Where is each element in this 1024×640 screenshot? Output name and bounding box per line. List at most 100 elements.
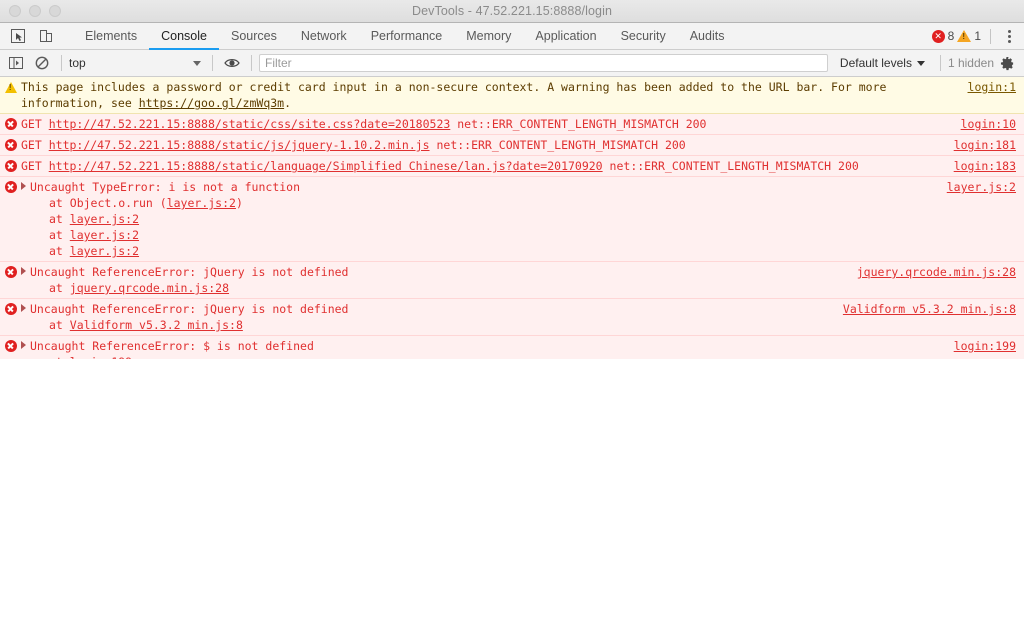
stack-frame: at Validform v5.3.2 min.js:8: [49, 317, 829, 333]
execution-context-selector[interactable]: top: [69, 56, 205, 70]
stack-frame-link[interactable]: login:199: [70, 355, 132, 359]
source-link[interactable]: login:10: [961, 117, 1016, 131]
expand-arrow-icon[interactable]: [21, 304, 26, 312]
message-source-link[interactable]: jquery.qrcode.min.js:28: [851, 264, 1016, 296]
console-message-network-error[interactable]: GET http://47.52.221.15:8888/static/css/…: [0, 114, 1024, 135]
message-source-link[interactable]: login:1: [962, 79, 1016, 111]
warning-link[interactable]: https://goo.gl/zmWq3m: [139, 96, 284, 110]
network-error-status: net::ERR_CONTENT_LENGTH_MISMATCH 200: [609, 159, 859, 173]
error-circle-icon: [0, 179, 21, 259]
stack-frame-prefix: at Object.o.run (: [49, 196, 167, 210]
http-method: GET: [21, 138, 42, 152]
tab-console[interactable]: Console: [149, 23, 219, 50]
kebab-menu-icon[interactable]: [1000, 26, 1018, 46]
filterbar-divider-3: [251, 55, 252, 71]
tab-elements[interactable]: Elements: [73, 23, 149, 49]
message-source-link[interactable]: layer.js:2: [941, 179, 1016, 259]
console-message-text: This page includes a password or credit …: [21, 79, 962, 111]
tab-application[interactable]: Application: [523, 23, 608, 49]
message-source-link[interactable]: login:181: [948, 137, 1016, 153]
stack-frame-suffix: ): [235, 196, 243, 210]
message-source-link[interactable]: login:199: [948, 338, 1016, 359]
message-source-link[interactable]: Validform v5.3.2 min.js:8: [837, 301, 1016, 333]
message-source-link[interactable]: login:10: [955, 116, 1016, 132]
stack-frame-link[interactable]: layer.js:2: [70, 212, 139, 226]
gear-icon[interactable]: [996, 52, 1018, 74]
tab-memory[interactable]: Memory: [454, 23, 523, 49]
error-circle-icon: [0, 301, 21, 333]
tab-sources[interactable]: Sources: [219, 23, 289, 49]
error-count-badge[interactable]: ✕ 8: [931, 29, 955, 43]
tab-security[interactable]: Security: [609, 23, 678, 49]
warning-count-label: 1: [974, 29, 981, 43]
stack-frame-prefix: at: [49, 244, 70, 258]
titlebar: DevTools - 47.52.221.15:8888/login: [0, 0, 1024, 23]
console-message-text: GET http://47.52.221.15:8888/static/js/j…: [21, 137, 948, 153]
tabbar-tool-icons: [0, 23, 73, 49]
stack-frame-link[interactable]: layer.js:2: [70, 228, 139, 242]
stack-frame-link[interactable]: jquery.qrcode.min.js:28: [70, 281, 229, 295]
execution-context-value: top: [69, 56, 86, 70]
hidden-messages-label: 1 hidden: [947, 56, 994, 70]
console-message-network-error[interactable]: GET http://47.52.221.15:8888/static/lang…: [0, 156, 1024, 177]
expand-arrow-icon[interactable]: [21, 267, 26, 275]
console-message-network-error[interactable]: GET http://47.52.221.15:8888/static/js/j…: [0, 135, 1024, 156]
source-link[interactable]: layer.js:2: [947, 180, 1016, 194]
device-toolbar-icon[interactable]: [34, 24, 58, 48]
log-level-selector[interactable]: Default levels: [830, 56, 933, 70]
console-sidebar-icon[interactable]: [4, 52, 28, 74]
tab-label: Performance: [370, 29, 443, 43]
expand-arrow-icon[interactable]: [21, 182, 26, 190]
clear-console-icon[interactable]: [30, 52, 54, 74]
request-url[interactable]: http://47.52.221.15:8888/static/js/jquer…: [49, 138, 430, 152]
stack-frame: at Object.o.run (layer.js:2): [49, 195, 933, 211]
network-error-status: net::ERR_CONTENT_LENGTH_MISMATCH 200: [457, 117, 707, 131]
source-link[interactable]: login:181: [954, 138, 1016, 152]
exception-message: Uncaught ReferenceError: $ is not define…: [30, 339, 314, 353]
console-message-exception[interactable]: Uncaught ReferenceError: jQuery is not d…: [0, 299, 1024, 336]
http-method: GET: [21, 159, 42, 173]
console-message-exception[interactable]: Uncaught ReferenceError: jQuery is not d…: [0, 262, 1024, 299]
source-link[interactable]: login:199: [954, 339, 1016, 353]
console-message-warning[interactable]: This page includes a password or credit …: [0, 77, 1024, 114]
source-link[interactable]: Validform v5.3.2 min.js:8: [843, 302, 1016, 316]
exception-message: Uncaught ReferenceError: jQuery is not d…: [30, 302, 349, 316]
devtools-tabbar: Elements Console Sources Network Perform…: [0, 23, 1024, 50]
tab-network[interactable]: Network: [289, 23, 359, 49]
warning-count-badge[interactable]: 1: [957, 29, 981, 43]
source-link[interactable]: login:183: [954, 159, 1016, 173]
exception-message: Uncaught ReferenceError: jQuery is not d…: [30, 265, 349, 279]
zoom-button[interactable]: [49, 5, 61, 17]
filter-input[interactable]: [259, 54, 828, 72]
live-expression-eye-icon[interactable]: [220, 52, 244, 74]
inspect-element-icon[interactable]: [6, 24, 30, 48]
expand-arrow-icon[interactable]: [21, 341, 26, 349]
stack-frame-link[interactable]: Validform v5.3.2 min.js:8: [70, 318, 243, 332]
filterbar-divider-2: [212, 55, 213, 71]
console-message-exception[interactable]: Uncaught TypeError: i is not a function …: [0, 177, 1024, 262]
console-message-text: Uncaught TypeError: i is not a function …: [21, 179, 941, 259]
error-count-label: 8: [947, 29, 955, 43]
close-button[interactable]: [9, 5, 21, 17]
console-message-list[interactable]: This page includes a password or credit …: [0, 77, 1024, 359]
tab-audits[interactable]: Audits: [678, 23, 737, 49]
request-url[interactable]: http://47.52.221.15:8888/static/language…: [49, 159, 603, 173]
http-method: GET: [21, 117, 42, 131]
tab-label: Audits: [689, 29, 725, 43]
source-link[interactable]: login:1: [968, 80, 1016, 94]
tab-performance[interactable]: Performance: [359, 23, 455, 49]
minimize-button[interactable]: [29, 5, 41, 17]
stack-frame-link[interactable]: layer.js:2: [70, 244, 139, 258]
request-url[interactable]: http://47.52.221.15:8888/static/css/site…: [49, 117, 451, 131]
stack-frame: at layer.js:2: [49, 227, 933, 243]
console-empty-area: [0, 358, 1024, 640]
message-source-link[interactable]: login:183: [948, 158, 1016, 174]
console-message-exception[interactable]: Uncaught ReferenceError: $ is not define…: [0, 336, 1024, 359]
tab-label: Sources: [230, 29, 277, 43]
source-link[interactable]: jquery.qrcode.min.js:28: [857, 265, 1016, 279]
stack-trace: at jquery.qrcode.min.js:28: [21, 280, 843, 296]
chevron-down-icon: [193, 60, 201, 66]
stack-trace: at Validform v5.3.2 min.js:8: [21, 317, 829, 333]
error-circle-icon: [0, 116, 21, 132]
stack-frame-link[interactable]: layer.js:2: [167, 196, 236, 210]
